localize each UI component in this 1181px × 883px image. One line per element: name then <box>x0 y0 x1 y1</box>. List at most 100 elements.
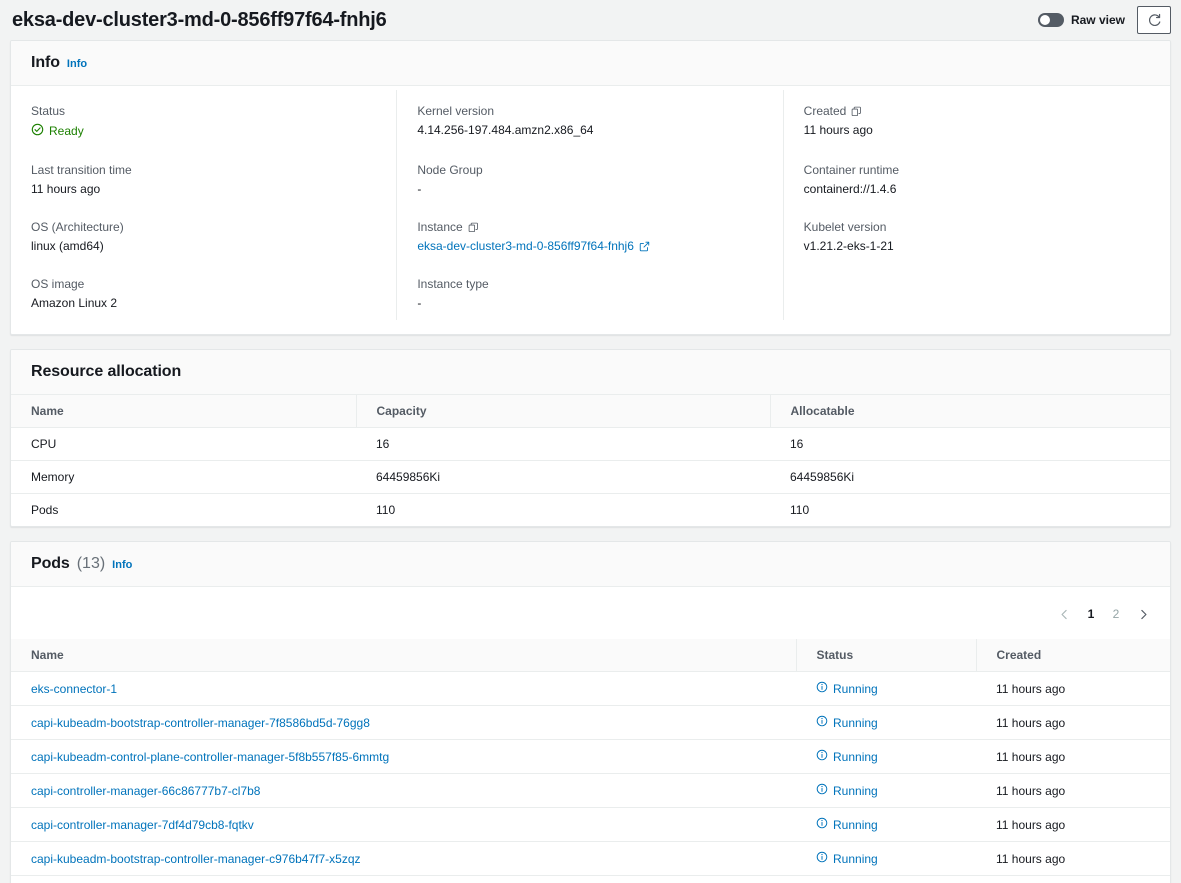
cell-pod-name: mongo-75f59d57f4-lg542 <box>11 876 796 883</box>
info-grid: Status Ready Kernel version 4.14.256-197… <box>11 86 1170 334</box>
table-header-row: Name Status Created <box>11 639 1170 672</box>
copy-icon[interactable] <box>468 222 479 233</box>
external-link-icon[interactable] <box>639 241 650 252</box>
raw-view-label: Raw view <box>1070 13 1125 27</box>
cell-created: 11 hours ago <box>976 739 1170 774</box>
cell-pod-name: capi-kubeadm-control-plane-controller-ma… <box>11 739 796 774</box>
info-field-instance-type: Instance type - <box>397 263 784 320</box>
column-header-allocatable: Allocatable <box>770 395 1170 428</box>
info-card-info-link[interactable]: Info <box>67 58 87 70</box>
pods-card: Pods (13) Info 1 2 Name Status Created e… <box>10 541 1171 883</box>
table-row: Memory 64459856Ki 64459856Ki <box>11 460 1170 494</box>
info-field-value: - <box>417 182 422 196</box>
info-card-header: Info Info <box>11 41 1170 86</box>
info-circle-icon <box>816 681 828 696</box>
info-circle-icon <box>816 851 828 866</box>
page-button-1[interactable]: 1 <box>1080 603 1102 625</box>
info-field-label: OS image <box>31 277 85 291</box>
resource-allocation-title: Resource allocation <box>31 363 182 380</box>
pods-count: (13) <box>76 555 106 572</box>
raw-view-toggle-group[interactable]: Raw view <box>1037 13 1125 27</box>
info-field-label: Container runtime <box>803 163 900 177</box>
column-header-name: Name <box>11 395 357 428</box>
chevron-right-icon[interactable] <box>1130 602 1156 626</box>
info-circle-icon <box>816 783 828 798</box>
chevron-left-icon[interactable] <box>1051 602 1077 626</box>
info-field-label: Status <box>31 104 66 118</box>
info-field-value: Amazon Linux 2 <box>31 296 118 310</box>
cell-status: Running <box>796 671 976 706</box>
cell-capacity: 64459856Ki <box>356 460 770 494</box>
instance-link[interactable]: eksa-dev-cluster3-md-0-856ff97f64-fnhj6 <box>417 239 634 253</box>
pod-link[interactable]: eks-connector-1 <box>31 682 117 696</box>
copy-icon[interactable] <box>851 106 862 117</box>
pod-link[interactable]: capi-controller-manager-7df4d79cb8-fqtkv <box>31 818 254 832</box>
status-text: Running <box>833 817 878 832</box>
resource-allocation-card: Resource allocation Name Capacity Alloca… <box>10 349 1171 527</box>
pod-link[interactable]: capi-kubeadm-bootstrap-controller-manage… <box>31 852 361 866</box>
cell-allocatable: 110 <box>790 503 810 517</box>
refresh-icon <box>1147 13 1162 28</box>
info-field-value: 11 hours ago <box>31 182 101 196</box>
pod-link[interactable]: capi-kubeadm-bootstrap-controller-manage… <box>31 716 370 730</box>
column-header-name: Name <box>11 639 797 672</box>
toggle-knob <box>1039 15 1050 25</box>
table-row: capi-kubeadm-bootstrap-controller-manage… <box>11 705 1170 740</box>
status-text: Running <box>833 851 878 866</box>
status-text: Running <box>833 783 878 798</box>
table-header-row: Name Capacity Allocatable <box>11 395 1170 428</box>
page-title: eksa-dev-cluster3-md-0-856ff97f64-fnhj6 <box>12 8 387 31</box>
pagination: 1 2 <box>1051 602 1156 626</box>
info-field-label-text: Created <box>803 104 847 118</box>
info-field-os-architecture: OS (Architecture) linux (amd64) <box>11 206 398 263</box>
cell-pod-name: capi-controller-manager-7df4d79cb8-fqtkv <box>11 807 796 842</box>
refresh-button[interactable] <box>1137 6 1171 34</box>
pod-link[interactable]: capi-kubeadm-control-plane-controller-ma… <box>31 750 389 764</box>
info-field-label: Node Group <box>417 163 483 177</box>
page-button-2[interactable]: 2 <box>1105 603 1127 625</box>
table-row: mongo-75f59d57f4-lg542 Running 11 hours … <box>11 876 1170 883</box>
pods-table-body: eks-connector-1 Running 11 hours ago cap… <box>11 671 1170 883</box>
raw-view-toggle[interactable] <box>1037 13 1064 27</box>
info-field-last-transition-time: Last transition time 11 hours ago <box>11 149 398 206</box>
pods-card-info-link[interactable]: Info <box>112 559 132 571</box>
cell-name: Pods <box>31 503 59 517</box>
check-circle-icon <box>31 123 44 139</box>
info-field-label: Kubelet version <box>803 220 887 234</box>
column-header-status: Status <box>796 639 977 672</box>
cell-name: Memory <box>11 460 356 494</box>
table-row: capi-kubeadm-bootstrap-controller-manage… <box>11 841 1170 876</box>
cell-pod-name: eks-connector-1 <box>11 671 796 706</box>
cell-created: 11 hours ago <box>976 807 1170 842</box>
header-actions: Raw view <box>1037 6 1171 34</box>
cell-capacity: 16 <box>356 427 770 461</box>
table-row: Pods 110 110 <box>11 494 1170 527</box>
table-row: capi-controller-manager-66c86777b7-cl7b8… <box>11 773 1170 808</box>
pod-link[interactable]: capi-controller-manager-66c86777b7-cl7b8 <box>31 784 260 798</box>
info-field-label: OS (Architecture) <box>31 220 124 234</box>
page-header: eksa-dev-cluster3-md-0-856ff97f64-fnhj6 … <box>0 0 1181 40</box>
cell-capacity: 110 <box>376 503 396 517</box>
info-field-label: Instance <box>417 220 762 234</box>
resource-allocation-card-header: Resource allocation <box>11 350 1170 395</box>
info-field-value: containerd://1.4.6 <box>803 182 897 196</box>
info-circle-icon <box>816 715 828 730</box>
cell-status: Running <box>796 739 976 774</box>
cell-allocatable: 64459856Ki <box>770 460 1170 494</box>
status-text: Ready <box>49 124 84 138</box>
cell-status: Running <box>796 705 976 740</box>
cell-created: 11 hours ago <box>976 876 1170 883</box>
info-field-kubelet-version: Kubelet version v1.21.2-eks-1-21 <box>784 206 1170 263</box>
cell-created: 11 hours ago <box>976 773 1170 808</box>
cell-pod-name: capi-controller-manager-66c86777b7-cl7b8 <box>11 773 796 808</box>
info-field-value: eksa-dev-cluster3-md-0-856ff97f64-fnhj6 <box>417 239 762 253</box>
info-field-container-runtime: Container runtime containerd://1.4.6 <box>784 149 1170 206</box>
cell-created: 11 hours ago <box>976 841 1170 876</box>
cell-created: 11 hours ago <box>976 671 1170 706</box>
status-text: Running <box>833 749 878 764</box>
pods-table: Name Status Created eks-connector-1 Runn… <box>11 639 1170 883</box>
info-field-value: 11 hours ago <box>803 123 873 137</box>
info-card: Info Info Status Ready Kernel version 4.… <box>10 40 1171 335</box>
info-field-value: Ready <box>31 123 376 139</box>
cell-status: Running <box>796 773 976 808</box>
